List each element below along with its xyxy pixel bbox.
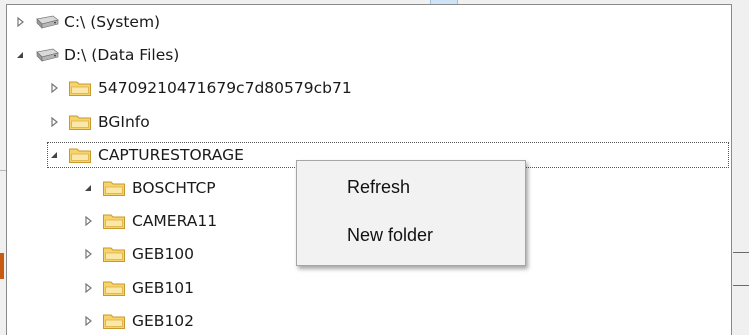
tree-node-folder[interactable]: BOSCHTCP — [81, 175, 216, 201]
menu-item-new-folder[interactable]: New folder — [300, 218, 522, 252]
menu-item-refresh[interactable]: Refresh — [300, 170, 522, 204]
menu-item-label: New folder — [347, 224, 434, 245]
expand-triangle-right-icon[interactable] — [47, 81, 61, 95]
tree-node-folder[interactable]: GEB101 — [81, 275, 194, 301]
hard-drive-icon — [33, 12, 59, 32]
folder-icon — [101, 211, 127, 231]
background-divider — [733, 252, 749, 253]
expand-triangle-down-icon[interactable] — [47, 148, 61, 162]
folder-icon — [101, 244, 127, 264]
tree-node-folder[interactable]: BGInfo — [47, 109, 150, 135]
tree-node-label: D:\ (Data Files) — [64, 46, 180, 64]
expand-triangle-right-icon[interactable] — [81, 281, 95, 295]
tree-node-label: C:\ (System) — [64, 13, 161, 31]
app-background: C:\ (System) D:\ (Data Files) 547092104716… — [0, 0, 749, 335]
tree-node-folder[interactable]: GEB100 — [81, 241, 194, 267]
context-menu: Refresh New folder — [296, 160, 526, 266]
expand-triangle-right-icon[interactable] — [13, 15, 27, 29]
tree-node-label: GEB102 — [132, 312, 195, 330]
background-divider — [733, 285, 749, 286]
menu-item-label: Refresh — [347, 176, 411, 197]
tree-node-label: GEB100 — [132, 245, 195, 263]
tree-node-label: GEB101 — [132, 279, 195, 297]
folder-icon — [67, 145, 93, 165]
tree-node-drive[interactable]: D:\ (Data Files) — [13, 42, 179, 68]
folder-icon — [67, 78, 93, 98]
folder-icon — [101, 178, 127, 198]
expand-triangle-down-icon[interactable] — [13, 48, 27, 62]
tree-node-folder[interactable]: CAMERA11 — [81, 208, 217, 234]
tree-node-label: 54709210471679c7d80579cb71 — [98, 79, 352, 97]
tree-node-label: CAPTURESTORAGE — [98, 146, 244, 164]
tree-node-folder[interactable]: 54709210471679c7d80579cb71 — [47, 75, 352, 101]
background-accent-bar — [0, 253, 4, 279]
tree-node-label: BGInfo — [98, 113, 150, 131]
tree-node-label: CAMERA11 — [132, 212, 218, 230]
expand-triangle-right-icon[interactable] — [81, 214, 95, 228]
expand-triangle-right-icon[interactable] — [81, 247, 95, 261]
hard-drive-icon — [33, 45, 59, 65]
tree-node-label: BOSCHTCP — [132, 179, 216, 197]
tree-node-drive[interactable]: C:\ (System) — [13, 9, 160, 35]
folder-icon — [101, 278, 127, 298]
expand-triangle-right-icon[interactable] — [47, 115, 61, 129]
expand-triangle-down-icon[interactable] — [81, 181, 95, 195]
folder-icon — [101, 311, 127, 331]
folder-icon — [67, 112, 93, 132]
expand-triangle-right-icon[interactable] — [81, 314, 95, 328]
tree-node-folder[interactable]: GEB102 — [81, 308, 194, 334]
